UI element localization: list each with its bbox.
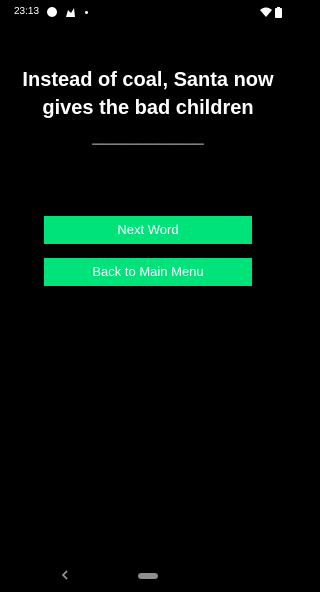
app-notification-icon xyxy=(66,7,75,17)
status-left-icons xyxy=(47,6,88,18)
prompt-text: Instead of coal, Santa now gives the bad… xyxy=(22,69,274,147)
circle-icon xyxy=(47,7,57,17)
home-pill-icon[interactable] xyxy=(138,573,158,579)
next-word-button[interactable]: Next Word xyxy=(44,216,252,244)
navigation-bar xyxy=(0,560,296,592)
dot-icon xyxy=(85,10,88,14)
status-bar: 23:13 xyxy=(0,0,296,24)
back-icon[interactable] xyxy=(60,567,70,583)
status-time: 23:13 xyxy=(14,6,40,17)
back-to-main-menu-button[interactable]: Back to Main Menu xyxy=(44,258,252,286)
status-right-icons xyxy=(260,6,282,18)
wifi-icon xyxy=(260,7,272,17)
battery-icon xyxy=(275,6,282,18)
